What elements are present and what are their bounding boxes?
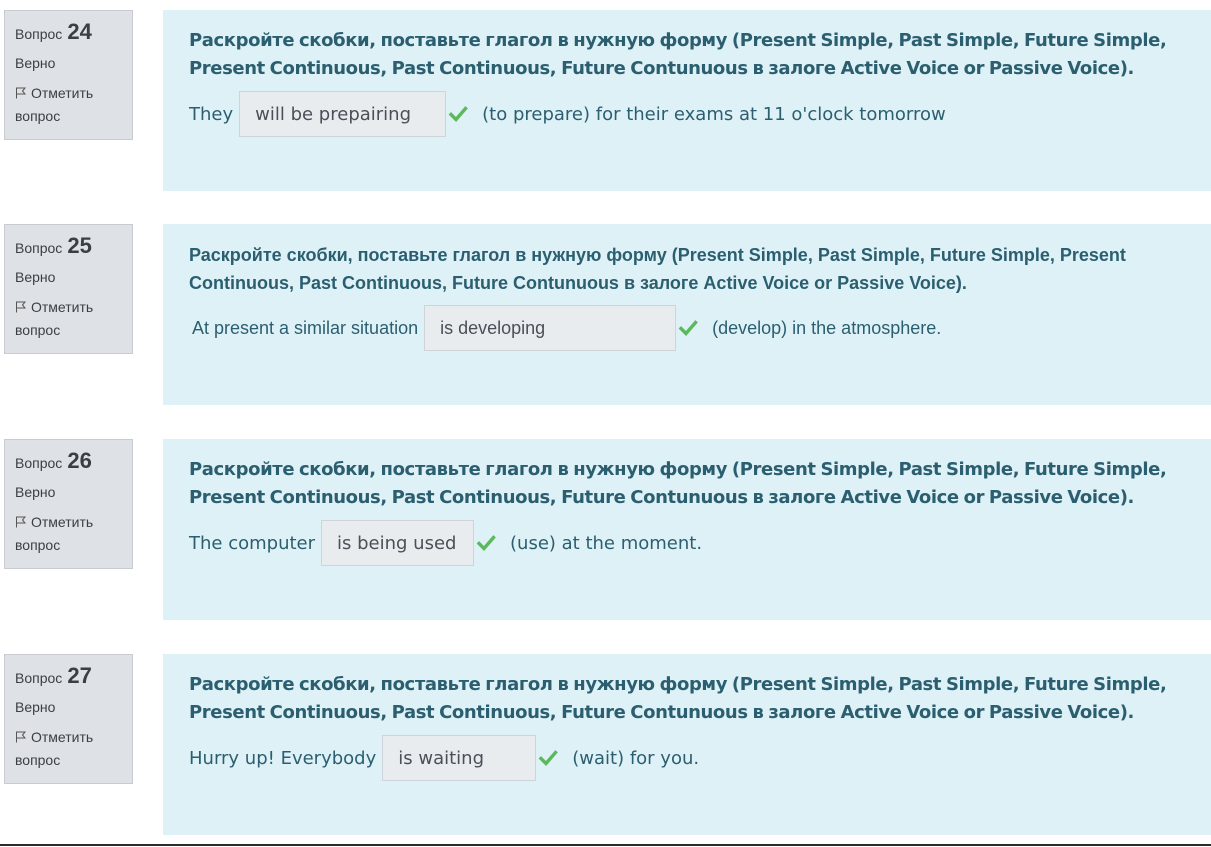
answer-prefix: Hurry up! Everybody xyxy=(189,747,377,769)
question-text: Раскройте скобки, поставьте глагол в нуж… xyxy=(189,30,1167,79)
flag-icon xyxy=(15,297,27,313)
question-state: Верно xyxy=(15,699,56,715)
answer-line: The computer (use) at the moment. xyxy=(189,520,1185,566)
question-content: Раскройте скобки, поставьте глагол в нуж… xyxy=(163,654,1211,835)
quiz-page: Вопрос 24 Верно Отметить вопрос Раскройт… xyxy=(0,0,1211,847)
correct-check-icon xyxy=(678,318,699,338)
question-state: Верно xyxy=(15,269,56,285)
answer-suffix: (wait) for you. xyxy=(572,747,700,769)
question-number: 26 xyxy=(67,448,92,473)
question-26: Вопрос 26 Верно Отметить вопрос Раскройт… xyxy=(0,439,1211,621)
question-number: 25 xyxy=(67,233,92,258)
bottom-divider xyxy=(0,844,1211,846)
question-state: Верно xyxy=(15,484,56,500)
answer-line: Hurry up! Everybody (wait) for you. xyxy=(189,735,1185,781)
question-25: Вопрос 25 Верно Отметить вопрос Раскройт… xyxy=(0,224,1211,406)
answer-input[interactable] xyxy=(382,735,537,781)
question-number: 27 xyxy=(67,663,92,688)
answer-prefix: They xyxy=(189,103,234,125)
answer-prefix: The computer xyxy=(189,532,316,554)
flag-icon xyxy=(15,512,27,528)
flag-question-button[interactable]: Отметить вопрос xyxy=(15,726,132,772)
question-label: Вопрос xyxy=(15,240,63,256)
question-label: Вопрос xyxy=(15,670,63,686)
question-27: Вопрос 27 Верно Отметить вопрос Раскройт… xyxy=(0,654,1211,836)
answer-suffix: (to prepare) for their exams at 11 o'clo… xyxy=(482,103,946,125)
flag-question-button[interactable]: Отметить вопрос xyxy=(15,511,132,557)
flag-question-button[interactable]: Отметить вопрос xyxy=(15,296,132,342)
question-text: Раскройте скобки, поставьте глагол в нуж… xyxy=(189,459,1167,508)
answer-line: They (to prepare) for their exams at 11 … xyxy=(189,91,1185,137)
question-content: Раскройте скобки, поставьте глагол в нуж… xyxy=(163,10,1211,191)
answer-input[interactable] xyxy=(239,91,447,137)
question-info: Вопрос 24 Верно Отметить вопрос xyxy=(4,10,133,140)
question-content: Раскройте скобки, поставьте глагол в нуж… xyxy=(163,439,1211,620)
correct-check-icon xyxy=(538,748,559,768)
question-text: Раскройте скобки, поставьте глагол в нуж… xyxy=(189,674,1167,723)
answer-suffix: (use) at the moment. xyxy=(510,532,703,554)
question-label: Вопрос xyxy=(15,26,63,42)
question-info: Вопрос 26 Верно Отметить вопрос xyxy=(4,439,133,569)
answer-line: At present a similar situation (develop)… xyxy=(189,305,1185,351)
question-content: Раскройте скобки, поставьте глагол в нуж… xyxy=(163,224,1211,405)
question-state: Верно xyxy=(15,55,56,71)
answer-input[interactable] xyxy=(424,305,677,351)
question-info: Вопрос 27 Верно Отметить вопрос xyxy=(4,654,133,784)
question-text: Раскройте скобки, поставьте глагол в нуж… xyxy=(189,245,1126,293)
flag-question-button[interactable]: Отметить вопрос xyxy=(15,82,132,128)
flag-icon xyxy=(15,83,27,99)
answer-suffix: (develop) in the atmosphere. xyxy=(712,317,942,338)
correct-check-icon xyxy=(448,104,469,124)
answer-input[interactable] xyxy=(321,520,475,566)
question-24: Вопрос 24 Верно Отметить вопрос Раскройт… xyxy=(0,10,1211,192)
question-info: Вопрос 25 Верно Отметить вопрос xyxy=(4,224,133,354)
question-label: Вопрос xyxy=(15,455,63,471)
correct-check-icon xyxy=(476,533,496,553)
flag-icon xyxy=(15,727,27,743)
answer-prefix: At present a similar situation xyxy=(192,317,419,338)
question-number: 24 xyxy=(67,19,92,44)
